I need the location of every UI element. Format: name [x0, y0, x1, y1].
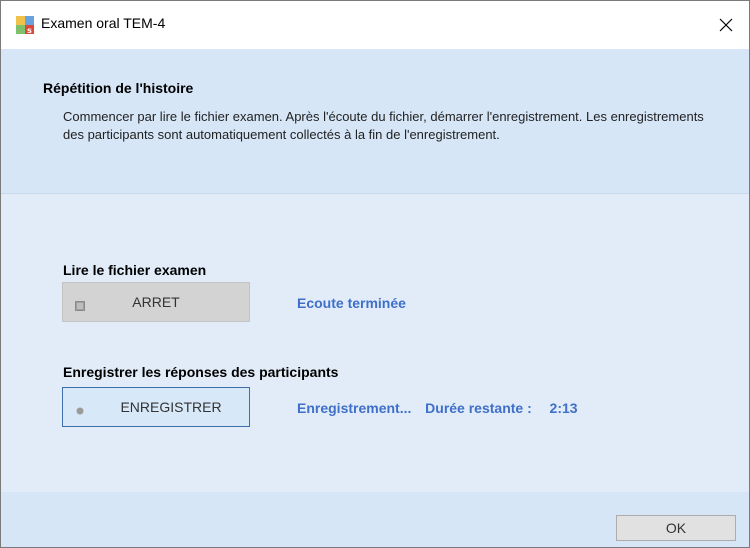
- playback-label: Lire le fichier examen: [63, 262, 207, 278]
- stop-button-label: ARRET: [132, 294, 180, 310]
- button-bar: OK: [1, 492, 749, 547]
- recording-label: Enregistrer les réponses des participant…: [63, 364, 339, 380]
- instruction-panel: Répétition de l'histoire Commencer par l…: [1, 49, 749, 194]
- stop-button[interactable]: ARRET: [62, 282, 250, 322]
- title-bar[interactable]: s Examen oral TEM-4: [1, 1, 749, 49]
- controls-panel: Lire le fichier examen ARRET Ecoute term…: [1, 194, 749, 492]
- record-button-label: ENREGISTRER: [120, 399, 222, 415]
- close-icon: [719, 18, 733, 32]
- close-button[interactable]: [703, 1, 749, 49]
- remaining-time-label: Durée restante :: [425, 400, 532, 416]
- section-title: Répétition de l'histoire: [43, 80, 194, 96]
- playback-status: Ecoute terminée: [297, 295, 406, 311]
- record-button[interactable]: ENREGISTRER: [62, 387, 250, 427]
- instruction-text: Commencer par lire le fichier examen. Ap…: [63, 109, 704, 142]
- app-icon: s: [15, 15, 35, 35]
- recording-status-prefix: Enregistrement...: [297, 400, 412, 416]
- remaining-time-value: 2:13: [549, 400, 578, 416]
- ok-button[interactable]: OK: [616, 515, 736, 541]
- app-window: s Examen oral TEM-4 Répétition de l'hist…: [0, 0, 750, 548]
- svg-text:s: s: [27, 26, 32, 35]
- recording-status: Enregistrement... Durée restante : 2:13: [297, 400, 578, 416]
- record-dot-icon: [75, 403, 85, 415]
- stop-square-icon: [75, 298, 85, 311]
- window-title: Examen oral TEM-4: [41, 15, 166, 31]
